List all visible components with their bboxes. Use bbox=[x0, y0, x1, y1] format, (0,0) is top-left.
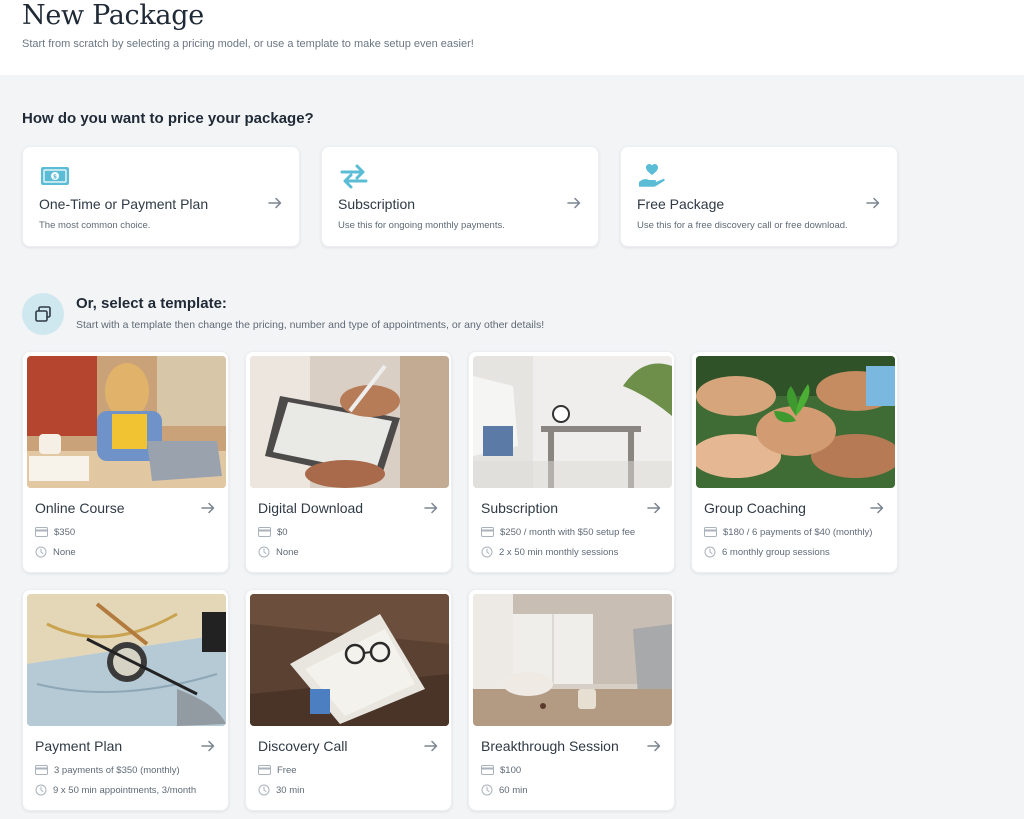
template-sessions: 6 monthly group sessions bbox=[704, 545, 830, 559]
credit-card-icon bbox=[481, 527, 494, 537]
page-title: New Package bbox=[22, 0, 204, 31]
svg-text:$: $ bbox=[53, 174, 57, 181]
credit-card-icon bbox=[481, 765, 494, 775]
arrow-right-icon bbox=[866, 197, 880, 209]
template-title: Digital Download bbox=[258, 500, 364, 516]
clock-icon bbox=[258, 784, 270, 796]
credit-card-icon bbox=[704, 527, 717, 537]
clock-icon bbox=[481, 546, 493, 558]
heart-hand-icon bbox=[639, 164, 665, 187]
page-subtitle: Start from scratch by selecting a pricin… bbox=[22, 38, 474, 50]
pricing-option-desc: Use this for a free discovery call or fr… bbox=[637, 220, 848, 231]
arrow-right-icon bbox=[201, 740, 215, 752]
template-card-online-course[interactable]: Online Course $350 None bbox=[22, 351, 229, 573]
pricing-option-title: Subscription bbox=[338, 196, 416, 212]
template-sessions: 9 x 50 min appointments, 3/month bbox=[35, 783, 196, 797]
arrow-right-icon bbox=[201, 502, 215, 514]
template-price: $350 bbox=[35, 525, 75, 539]
credit-card-icon bbox=[35, 765, 48, 775]
arrow-right-icon bbox=[268, 197, 282, 209]
template-title: Discovery Call bbox=[258, 738, 348, 754]
template-price: $0 bbox=[258, 525, 288, 539]
pricing-option-desc: Use this for ongoing monthly payments. bbox=[338, 220, 505, 231]
template-price: $100 bbox=[481, 763, 521, 777]
repeat-icon bbox=[340, 164, 368, 189]
arrow-right-icon bbox=[567, 197, 581, 209]
credit-card-icon bbox=[258, 765, 271, 775]
template-sessions: 60 min bbox=[481, 783, 528, 797]
arrow-right-icon bbox=[647, 502, 661, 514]
template-price: Free bbox=[258, 763, 297, 777]
template-title: Group Coaching bbox=[704, 500, 806, 516]
template-card-digital-download[interactable]: Digital Download $0 None bbox=[245, 351, 452, 573]
arrow-right-icon bbox=[870, 502, 884, 514]
template-image bbox=[250, 594, 449, 726]
template-title: Online Course bbox=[35, 500, 125, 516]
template-price: $250 / month with $50 setup fee bbox=[481, 525, 635, 539]
template-image bbox=[473, 356, 672, 488]
clock-icon bbox=[704, 546, 716, 558]
template-sessions: 2 x 50 min monthly sessions bbox=[481, 545, 618, 559]
arrow-right-icon bbox=[424, 740, 438, 752]
template-heading: Or, select a template: bbox=[76, 295, 227, 312]
template-image bbox=[27, 594, 226, 726]
template-price: $180 / 6 payments of $40 (monthly) bbox=[704, 525, 872, 539]
pricing-option-desc: The most common choice. bbox=[39, 220, 151, 231]
pricing-heading: How do you want to price your package? bbox=[22, 110, 314, 127]
template-title: Payment Plan bbox=[35, 738, 123, 754]
template-image bbox=[696, 356, 895, 488]
pricing-option-title: Free Package bbox=[637, 196, 725, 212]
money-icon: $ bbox=[41, 167, 69, 185]
template-card-discovery-call[interactable]: Discovery Call Free 30 min bbox=[245, 589, 452, 811]
clock-icon bbox=[35, 546, 47, 558]
template-title: Breakthrough Session bbox=[481, 738, 619, 754]
template-card-breakthrough-session[interactable]: Breakthrough Session $100 60 min bbox=[468, 589, 675, 811]
copy-icon bbox=[35, 306, 51, 322]
clock-icon bbox=[35, 784, 47, 796]
template-sessions: None bbox=[35, 545, 76, 559]
arrow-right-icon bbox=[647, 740, 661, 752]
template-card-payment-plan[interactable]: Payment Plan 3 payments of $350 (monthly… bbox=[22, 589, 229, 811]
template-card-group-coaching[interactable]: Group Coaching $180 / 6 payments of $40 … bbox=[691, 351, 898, 573]
arrow-right-icon bbox=[424, 502, 438, 514]
pricing-option-subscription[interactable]: Subscription Use this for ongoing monthl… bbox=[321, 146, 599, 247]
template-image bbox=[473, 594, 672, 726]
clock-icon bbox=[481, 784, 493, 796]
template-subtitle: Start with a template then change the pr… bbox=[76, 319, 545, 331]
template-image bbox=[27, 356, 226, 488]
credit-card-icon bbox=[35, 527, 48, 537]
template-sessions: None bbox=[258, 545, 299, 559]
pricing-option-free[interactable]: Free Package Use this for a free discove… bbox=[620, 146, 898, 247]
page-header: New Package Start from scratch by select… bbox=[0, 0, 1024, 75]
pricing-option-title: One-Time or Payment Plan bbox=[39, 196, 209, 212]
pricing-option-one-time[interactable]: $ One-Time or Payment Plan The most comm… bbox=[22, 146, 300, 247]
template-sessions: 30 min bbox=[258, 783, 305, 797]
template-image bbox=[250, 356, 449, 488]
template-card-subscription[interactable]: Subscription $250 / month with $50 setup… bbox=[468, 351, 675, 573]
clock-icon bbox=[258, 546, 270, 558]
template-price: 3 payments of $350 (monthly) bbox=[35, 763, 180, 777]
credit-card-icon bbox=[258, 527, 271, 537]
template-title: Subscription bbox=[481, 500, 559, 516]
template-badge bbox=[22, 293, 64, 335]
